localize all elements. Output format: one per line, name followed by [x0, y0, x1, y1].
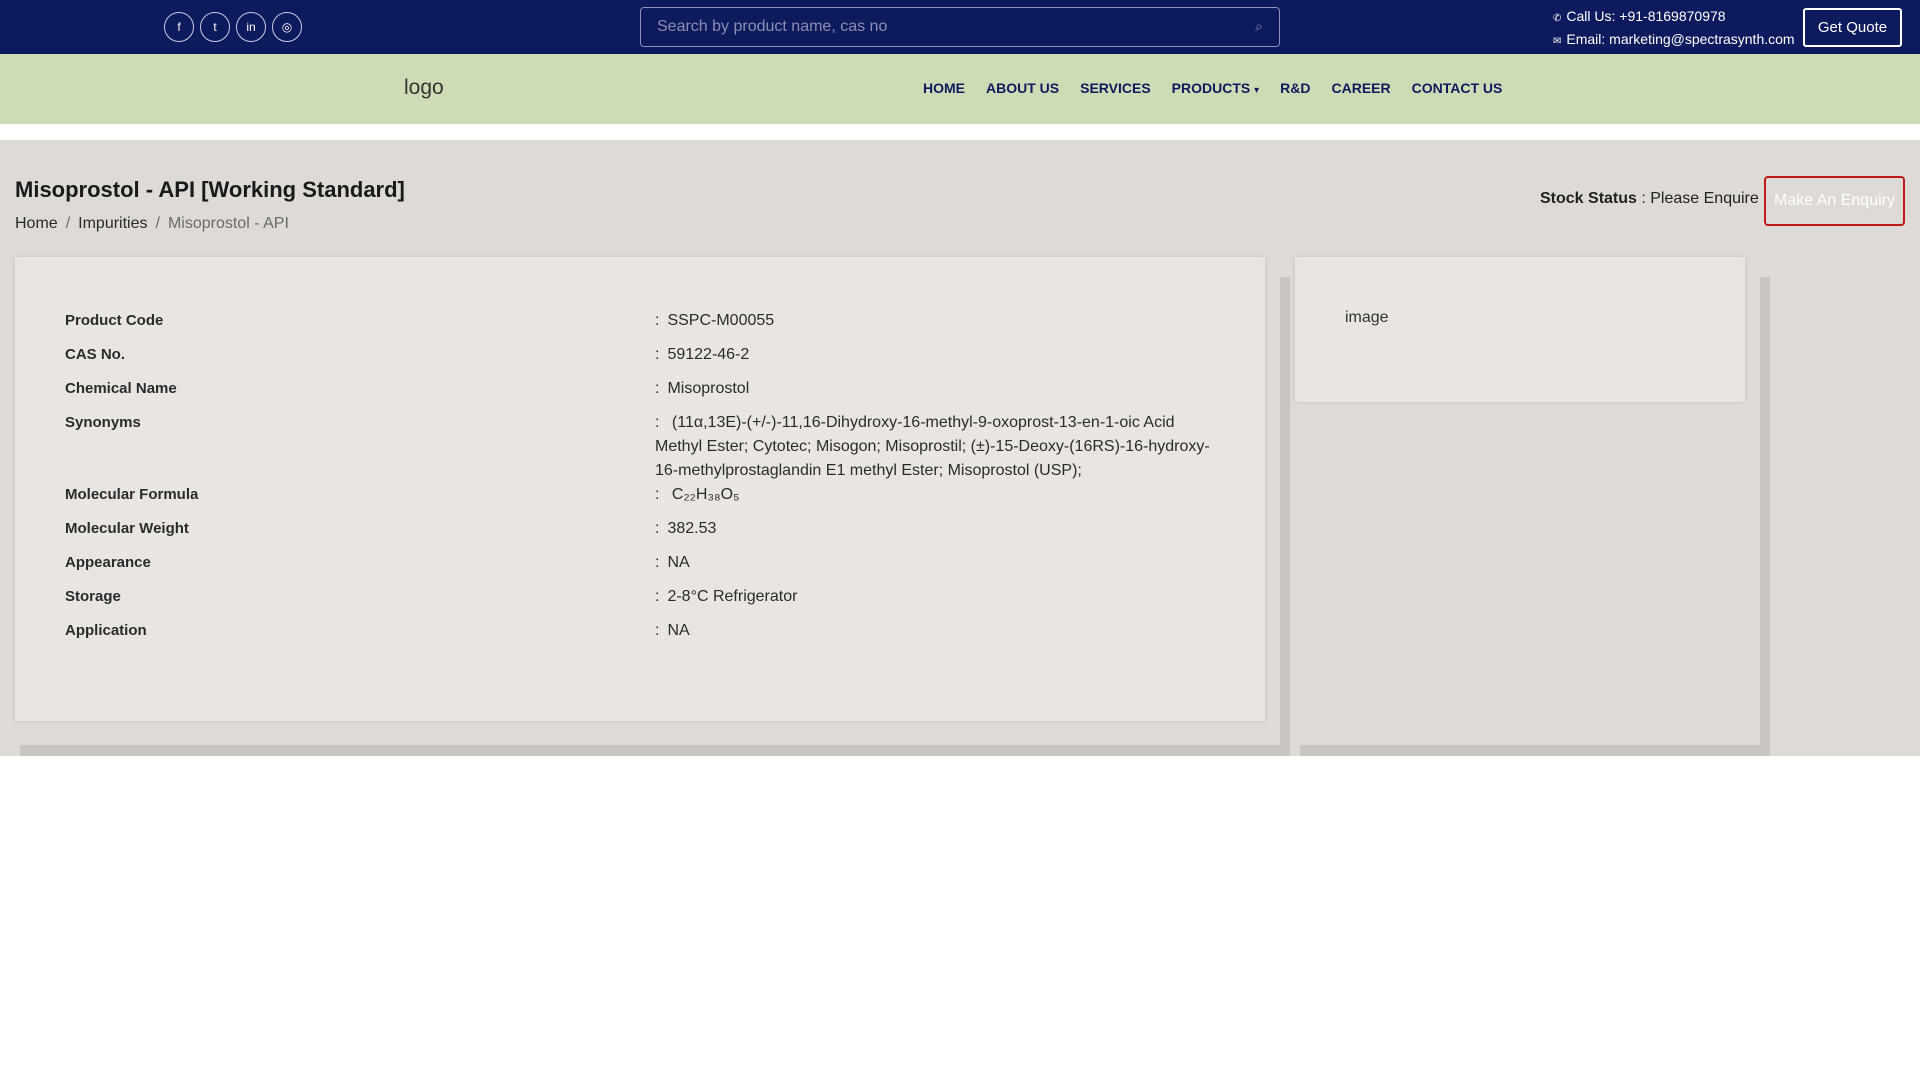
nav-contact-us[interactable]: CONTACT US	[1412, 80, 1503, 96]
phone-line[interactable]: ✆ Call Us: +91-8169870978	[1553, 6, 1795, 29]
top-bar: f t in ◎ ⌕ ✆ Call Us: +91-8169870978 ✉ Ema…	[0, 0, 1920, 54]
detail-row: Appearance : NA	[65, 551, 1235, 585]
detail-value-wrap: :59122-46-2	[655, 343, 1215, 377]
detail-label: Synonyms	[65, 414, 141, 431]
stock-status: Stock Status : Please Enquire	[1540, 190, 1759, 208]
detail-row: Storage :2-8°C Refrigerator	[65, 585, 1235, 619]
stock-status-value: : Please Enquire	[1636, 190, 1759, 207]
detail-label: Molecular Weight	[65, 520, 189, 537]
main-navbar: logo HOME ABOUT US SERVICES PRODUCTS ▾ R…	[0, 54, 1920, 124]
make-enquiry-button[interactable]: Make An Enquiry	[1764, 176, 1905, 226]
detail-value: 382.53	[667, 520, 717, 537]
detail-colon: :	[655, 520, 660, 537]
detail-value-wrap: :2-8°C Refrigerator	[655, 585, 1215, 619]
breadcrumb: Home / Impurities / Misoprostol - API	[15, 215, 289, 233]
detail-label: Appearance	[65, 554, 151, 571]
product-details-list: Product Code : SSPC-M00055 CAS No. :59122…	[65, 309, 1235, 653]
instagram-icon[interactable]: ◎	[272, 12, 302, 42]
email-line[interactable]: ✉ Email: marketing@spectrasynth.com	[1553, 29, 1795, 52]
contact-info: ✆ Call Us: +91-8169870978 ✉ Email: marketi…	[1553, 6, 1795, 52]
stock-status-label: Stock Status	[1540, 190, 1637, 207]
phone-icon: ✆	[1553, 13, 1562, 24]
social-links: f t in ◎	[164, 12, 302, 42]
search-input[interactable]	[641, 8, 1241, 46]
nav-rnd[interactable]: R&D	[1280, 80, 1310, 96]
detail-value: Misoprostol	[667, 380, 750, 397]
mail-icon: ✉	[1553, 36, 1562, 47]
detail-value-wrap: : (11α,13E)-(+/-)-11,16-Dihydroxy-16-met…	[655, 411, 1215, 483]
breadcrumb-separator: /	[155, 215, 160, 232]
card-shadow	[1300, 745, 1770, 756]
card-shadow	[1280, 277, 1290, 756]
detail-value-wrap: : C₂₂H₃₈O₅	[655, 483, 1215, 517]
chevron-down-icon: ▾	[1254, 85, 1260, 96]
phone-text[interactable]: Call Us: +91-8169870978	[1566, 8, 1725, 24]
detail-value-wrap: : NA	[655, 619, 1215, 653]
product-section: Misoprostol - API [Working Standard] Hom…	[0, 140, 1920, 756]
detail-value: NA	[667, 554, 690, 571]
card-shadow	[20, 745, 1290, 756]
nav-menu: HOME ABOUT US SERVICES PRODUCTS ▾ R&D CA…	[923, 80, 1523, 96]
product-image: image	[1345, 309, 1389, 326]
search-box: ⌕	[640, 7, 1280, 47]
detail-label: Storage	[65, 588, 121, 605]
linkedin-icon[interactable]: in	[236, 12, 266, 42]
detail-value: 59122-46-2	[667, 346, 750, 363]
detail-value-wrap: : Misoprostol	[655, 377, 1215, 411]
detail-colon: :	[655, 588, 660, 605]
detail-colon: :	[655, 346, 660, 363]
detail-row: Application : NA	[65, 619, 1235, 653]
detail-label: Molecular Formula	[65, 486, 199, 503]
detail-colon: :	[655, 622, 660, 639]
twitter-icon[interactable]: t	[200, 12, 230, 42]
detail-row: Chemical Name : Misoprostol	[65, 377, 1235, 411]
nav-services[interactable]: SERVICES	[1080, 80, 1151, 96]
search-icon[interactable]: ⌕	[1255, 18, 1271, 36]
logo[interactable]: logo	[404, 76, 444, 100]
detail-value: SSPC-M00055	[667, 312, 775, 329]
breadcrumb-impurities[interactable]: Impurities	[78, 215, 147, 232]
detail-value-wrap: : NA	[655, 551, 1215, 585]
nav-products[interactable]: PRODUCTS ▾	[1172, 80, 1259, 96]
breadcrumb-separator: /	[65, 215, 71, 232]
product-details-card: Product Code : SSPC-M00055 CAS No. :59122…	[15, 257, 1265, 721]
card-shadow	[1760, 277, 1770, 756]
nav-home[interactable]: HOME	[923, 80, 965, 96]
facebook-icon[interactable]: f	[164, 12, 194, 42]
detail-colon: :	[655, 554, 660, 571]
get-quote-button[interactable]: Get Quote	[1803, 8, 1902, 47]
detail-row: Molecular Weight :382.53	[65, 517, 1235, 551]
detail-row: Synonyms : (11α,13E)-(+/-)-11,16-Dihydro…	[65, 411, 1235, 483]
detail-label: Application	[65, 622, 147, 639]
detail-label: CAS No.	[65, 346, 125, 363]
detail-row: CAS No. :59122-46-2	[65, 343, 1235, 377]
product-image-card: image	[1295, 257, 1745, 402]
detail-value: C₂₂H₃₈O₅	[671, 486, 740, 503]
detail-colon: :	[655, 380, 660, 397]
page-title: Misoprostol - API [Working Standard]	[15, 177, 405, 202]
detail-row: Product Code : SSPC-M00055	[65, 309, 1235, 343]
detail-colon: :	[655, 486, 660, 503]
detail-value: 2-8°C Refrigerator	[667, 588, 798, 605]
detail-value-wrap: :382.53	[655, 517, 1215, 551]
detail-label: Product Code	[65, 312, 164, 329]
detail-label: Chemical Name	[65, 380, 177, 397]
nav-about-us[interactable]: ABOUT US	[986, 80, 1059, 96]
detail-value: NA	[667, 622, 690, 639]
nav-products-label: PRODUCTS	[1171, 80, 1251, 96]
email-text[interactable]: Email: marketing@spectrasynth.com	[1566, 31, 1794, 47]
detail-row: Molecular Formula : C₂₂H₃₈O₅	[65, 483, 1235, 517]
detail-colon: :	[655, 312, 660, 329]
breadcrumb-current: Misoprostol - API	[167, 215, 289, 232]
nav-career[interactable]: CAREER	[1332, 80, 1391, 96]
detail-value-wrap: : SSPC-M00055	[655, 309, 1215, 343]
detail-value: (11α,13E)-(+/-)-11,16-Dihydroxy-16-methy…	[655, 414, 1210, 479]
breadcrumb-home[interactable]: Home	[15, 215, 58, 232]
detail-colon: :	[655, 414, 660, 431]
